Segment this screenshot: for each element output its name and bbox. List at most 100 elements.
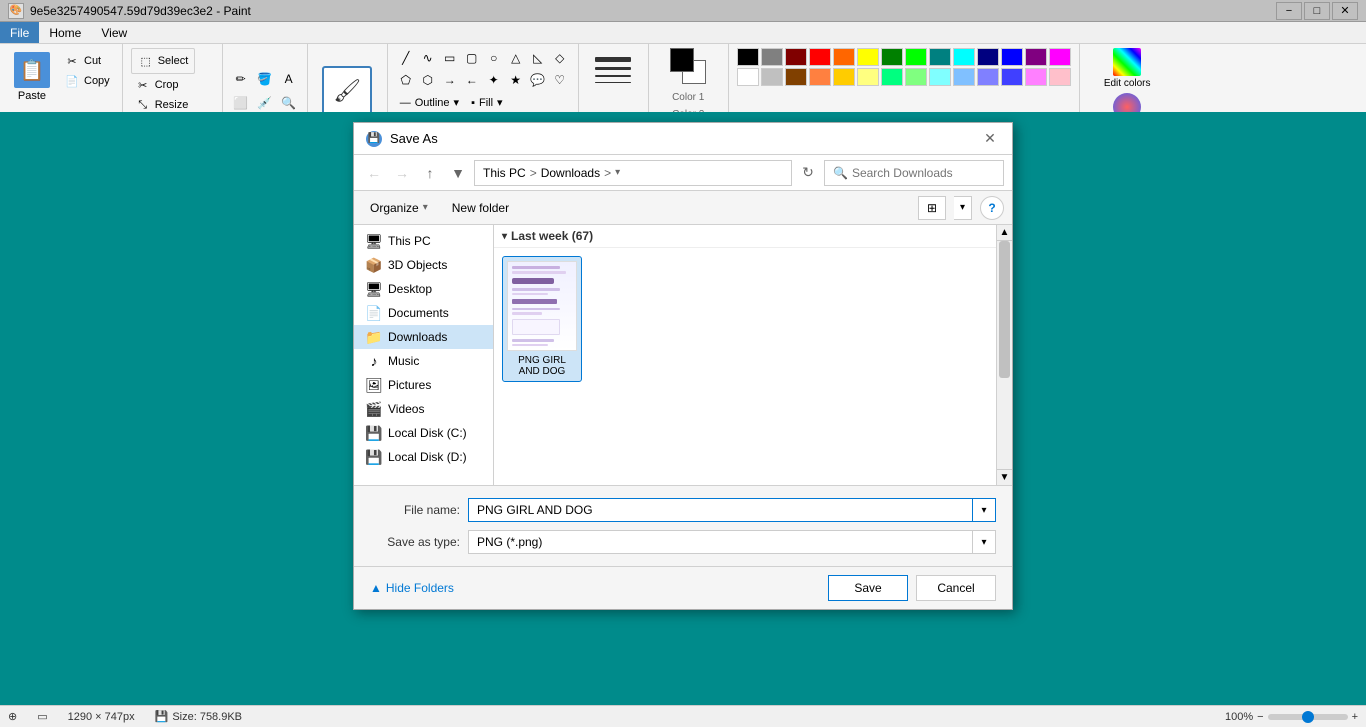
- sidebar-item-downloads[interactable]: 📁 Downloads: [354, 325, 493, 349]
- color-cell-14[interactable]: [737, 68, 759, 86]
- zoom-slider[interactable]: [1268, 714, 1348, 720]
- scroll-up-button[interactable]: ▲: [997, 225, 1012, 241]
- shape-callout[interactable]: 💬: [528, 70, 548, 90]
- sidebar-item-desktop[interactable]: 🖥 Desktop: [354, 277, 493, 301]
- color-cell-13[interactable]: [1049, 48, 1071, 66]
- shape-hexagon[interactable]: ⬡: [418, 70, 438, 90]
- nav-refresh-button[interactable]: ↻: [796, 161, 820, 185]
- scroll-thumb[interactable]: [999, 241, 1010, 378]
- zoom-decrease-button[interactable]: −: [1257, 711, 1263, 723]
- color-cell-8[interactable]: [929, 48, 951, 66]
- group-toggle[interactable]: ▾: [502, 231, 507, 242]
- shape-rect[interactable]: ▭: [440, 48, 460, 68]
- file-item[interactable]: PNG GIRL AND DOG: [502, 256, 582, 382]
- sidebar-item-videos[interactable]: 🎬 Videos: [354, 397, 493, 421]
- color-cell-22[interactable]: [929, 68, 951, 86]
- save-button[interactable]: Save: [828, 575, 908, 601]
- sidebar-item-this-pc[interactable]: 🖥 This PC: [354, 229, 493, 253]
- file-area-scroll[interactable]: PNG GIRL AND DOG: [494, 248, 996, 478]
- color-cell-21[interactable]: [905, 68, 927, 86]
- fill-button[interactable]: ▪ Fill ▾: [467, 94, 507, 111]
- view-button[interactable]: ⊞: [918, 196, 946, 220]
- color-cell-26[interactable]: [1025, 68, 1047, 86]
- shape-pentagon[interactable]: ⬠: [396, 70, 416, 90]
- crop-button[interactable]: ✂ Crop: [131, 76, 196, 94]
- sidebar-item-local-c[interactable]: 💾 Local Disk (C:): [354, 421, 493, 445]
- breadcrumb-expand[interactable]: ▾: [615, 167, 620, 178]
- breadcrumb-root[interactable]: This PC: [483, 166, 526, 180]
- text-tool[interactable]: A: [279, 69, 299, 89]
- shape-line[interactable]: ╱: [396, 48, 416, 68]
- hide-folders-button[interactable]: ▲ Hide Folders: [370, 581, 454, 595]
- new-folder-button[interactable]: New folder: [444, 198, 517, 218]
- menu-item-file[interactable]: File: [0, 22, 39, 43]
- eraser-tool[interactable]: ⬜: [231, 93, 251, 113]
- nav-forward-button[interactable]: →: [390, 161, 414, 185]
- menu-item-home[interactable]: Home: [39, 22, 91, 43]
- cancel-button[interactable]: Cancel: [916, 575, 996, 601]
- color-cell-16[interactable]: [785, 68, 807, 86]
- view-dropdown-button[interactable]: ▾: [954, 196, 972, 220]
- edit-colors-button[interactable]: Edit colors: [1104, 48, 1151, 89]
- shape-arrow-left[interactable]: ←: [462, 70, 482, 90]
- shape-heart[interactable]: ♡: [550, 70, 570, 90]
- shape-star4[interactable]: ✦: [484, 70, 504, 90]
- color-cell-6[interactable]: [881, 48, 903, 66]
- nav-location-dropdown[interactable]: ▼: [446, 161, 470, 185]
- color-cell-15[interactable]: [761, 68, 783, 86]
- shape-curve[interactable]: ∿: [418, 48, 438, 68]
- copy-button[interactable]: 📄 Copy: [60, 72, 114, 90]
- shape-star5[interactable]: ★: [506, 70, 526, 90]
- save-type-dropdown[interactable]: ▾: [972, 530, 996, 554]
- maximize-button[interactable]: □: [1304, 2, 1330, 20]
- color-cell-27[interactable]: [1049, 68, 1071, 86]
- color-cell-24[interactable]: [977, 68, 999, 86]
- color-cell-7[interactable]: [905, 48, 927, 66]
- shape-triangle[interactable]: △: [506, 48, 526, 68]
- sidebar-item-3d-objects[interactable]: 📦 3D Objects: [354, 253, 493, 277]
- cut-button[interactable]: ✂ Cut: [60, 52, 114, 70]
- color-cell-5[interactable]: [857, 48, 879, 66]
- nav-up-button[interactable]: ↑: [418, 161, 442, 185]
- breadcrumb-path[interactable]: Downloads: [541, 166, 600, 180]
- brushes-button[interactable]: 🖌: [322, 66, 372, 116]
- color1-box[interactable]: [670, 48, 694, 72]
- organize-button[interactable]: Organize ▾: [362, 198, 436, 218]
- shape-ellipse[interactable]: ○: [484, 48, 504, 68]
- color-cell-20[interactable]: [881, 68, 903, 86]
- search-input[interactable]: [852, 166, 1007, 180]
- color-cell-18[interactable]: [833, 68, 855, 86]
- sidebar-item-documents[interactable]: 📄 Documents: [354, 301, 493, 325]
- color-cell-11[interactable]: [1001, 48, 1023, 66]
- color-cell-12[interactable]: [1025, 48, 1047, 66]
- shape-diamond[interactable]: ◇: [550, 48, 570, 68]
- color-cell-9[interactable]: [953, 48, 975, 66]
- menu-item-view[interactable]: View: [91, 22, 137, 43]
- color-cell-19[interactable]: [857, 68, 879, 86]
- file-name-dropdown[interactable]: ▾: [972, 498, 996, 522]
- scroll-down-button[interactable]: ▼: [997, 469, 1012, 485]
- color-cell-0[interactable]: [737, 48, 759, 66]
- shape-rounded-rect[interactable]: ▢: [462, 48, 482, 68]
- paste-button[interactable]: 📋 Paste: [8, 48, 56, 106]
- shape-arrow-right[interactable]: →: [440, 70, 460, 90]
- color-cell-25[interactable]: [1001, 68, 1023, 86]
- color-cell-1[interactable]: [761, 48, 783, 66]
- dialog-close-button[interactable]: ✕: [980, 129, 1000, 149]
- magnify-tool[interactable]: 🔍: [279, 93, 299, 113]
- color-cell-17[interactable]: [809, 68, 831, 86]
- sidebar-item-music[interactable]: ♪ Music: [354, 349, 493, 373]
- sidebar-item-pictures[interactable]: 🖼 Pictures: [354, 373, 493, 397]
- select-button[interactable]: ⬚ Select: [131, 48, 196, 74]
- nav-back-button[interactable]: ←: [362, 161, 386, 185]
- fill-tool[interactable]: 🪣: [255, 69, 275, 89]
- color-cell-23[interactable]: [953, 68, 975, 86]
- color-cell-4[interactable]: [833, 48, 855, 66]
- outline-button[interactable]: — Outline ▾: [396, 94, 463, 111]
- help-button[interactable]: ?: [980, 196, 1004, 220]
- color-cell-2[interactable]: [785, 48, 807, 66]
- close-button[interactable]: ✕: [1332, 2, 1358, 20]
- color-cell-3[interactable]: [809, 48, 831, 66]
- shape-right-tri[interactable]: ◺: [528, 48, 548, 68]
- minimize-button[interactable]: −: [1276, 2, 1302, 20]
